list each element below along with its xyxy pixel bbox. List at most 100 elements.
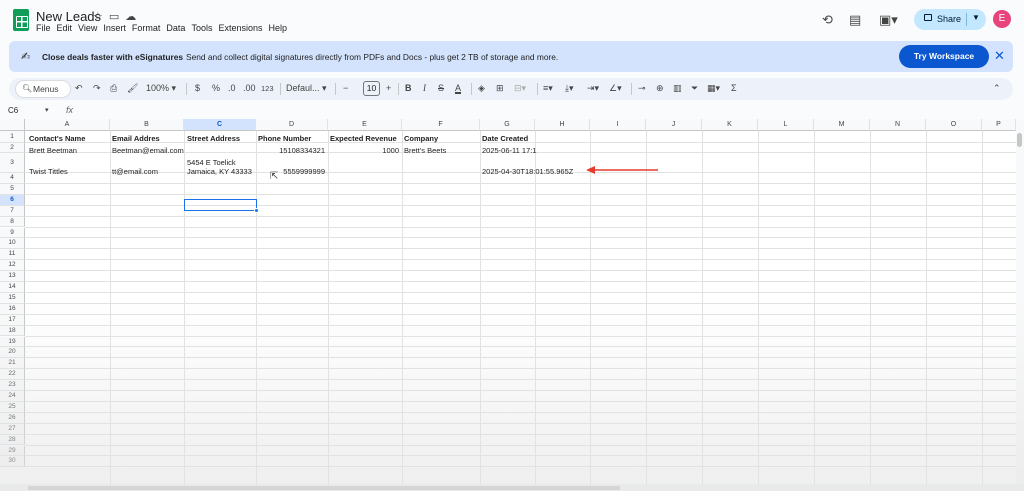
insert-chart-icon[interactable]: ▥ [673, 83, 682, 94]
cell-B3[interactable]: tt@email.com [112, 167, 158, 176]
row-header-26[interactable]: 26 [0, 412, 25, 424]
row-header-7[interactable]: 7 [0, 205, 25, 217]
strikethrough-icon[interactable]: S [438, 83, 444, 93]
menu-data[interactable]: Data [166, 23, 190, 33]
menu-tools[interactable]: Tools [191, 23, 217, 33]
column-header-F[interactable]: F [402, 119, 480, 131]
column-header-H[interactable]: H [535, 119, 590, 131]
column-header-I[interactable]: I [590, 119, 646, 131]
row-header-1[interactable]: 1 [0, 131, 25, 143]
row-header-13[interactable]: 13 [0, 271, 25, 282]
vertical-scrollbar[interactable] [1016, 119, 1024, 484]
cell-D1[interactable]: Phone Number [258, 134, 311, 143]
try-workspace-button[interactable]: Try Workspace [899, 45, 989, 68]
row-header-24[interactable]: 24 [0, 391, 25, 402]
row-header-23[interactable]: 23 [0, 380, 25, 391]
text-color-icon[interactable]: A [455, 83, 461, 93]
horizontal-align-icon[interactable]: ≡▾ [543, 83, 553, 94]
row-header-17[interactable]: 17 [0, 314, 25, 326]
zoom-select[interactable]: 100% ▾ [146, 83, 176, 94]
cell-C3-line1[interactable]: 5454 E Toelick [187, 158, 236, 167]
row-header-18[interactable]: 18 [0, 325, 25, 337]
cell-C3-line2[interactable]: Jamaica, KY 43333 [187, 167, 252, 176]
font-size-decrease-icon[interactable]: − [343, 83, 348, 93]
cell-B1[interactable]: Email Addres [112, 134, 160, 143]
menu-insert[interactable]: Insert [103, 23, 131, 33]
cell-F1[interactable]: Company [404, 134, 438, 143]
column-header-J[interactable]: J [646, 119, 702, 131]
menu-format[interactable]: Format [132, 23, 166, 33]
row-header-4[interactable]: 4 [0, 173, 25, 184]
sheets-logo-icon[interactable] [13, 9, 29, 31]
cloud-status-icon[interactable]: ☁ [125, 10, 136, 23]
column-header-P[interactable]: P [982, 119, 1016, 131]
vertical-scroll-thumb[interactable] [1017, 133, 1022, 147]
font-size-increase-icon[interactable]: + [386, 83, 391, 93]
active-cell-C6[interactable] [184, 199, 257, 211]
increase-decimal-button[interactable]: .00 [243, 83, 256, 93]
row-header-25[interactable]: 25 [0, 401, 25, 413]
spreadsheet-grid[interactable]: ABCDEFGHIJKLMNOP 1 2 3 4 5 6 7 8 9 10 11 12 13 14 15 16… [0, 119, 1016, 484]
column-header-A[interactable]: A [25, 119, 110, 131]
menus-search-button[interactable]: 🔍︎ Menus [15, 80, 71, 98]
row-header-12[interactable]: 12 [0, 260, 25, 272]
vertical-align-icon[interactable]: ⤓▾ [565, 83, 574, 94]
filter-icon[interactable]: ⏷ [691, 83, 698, 94]
menu-view[interactable]: View [78, 23, 102, 33]
currency-button[interactable]: $ [195, 83, 200, 93]
row-header-20[interactable]: 20 [0, 347, 25, 359]
row-header-8[interactable]: 8 [0, 216, 25, 228]
cell-D3[interactable]: 5559999999 [258, 167, 325, 176]
filter-views-icon[interactable]: ▦▾ [707, 83, 720, 94]
column-header-B[interactable]: B [110, 119, 184, 131]
row-header-21[interactable]: 21 [0, 358, 25, 370]
cell-C1[interactable]: Street Address [187, 134, 240, 143]
cell-A3[interactable]: Twist Tittles [29, 167, 68, 176]
menu-file[interactable]: File [36, 23, 56, 33]
select-all-corner[interactable] [0, 119, 25, 131]
column-header-C[interactable]: C [184, 119, 256, 131]
cell-A2[interactable]: Brett Beetman [29, 146, 77, 155]
font-select[interactable]: Defaul... ▾ [286, 83, 327, 94]
row-header-5[interactable]: 5 [0, 183, 25, 195]
row-header-30[interactable]: 30 [0, 456, 25, 468]
bold-button[interactable]: B [405, 83, 412, 93]
text-rotation-icon[interactable]: ∠▾ [609, 83, 622, 94]
column-header-L[interactable]: L [758, 119, 814, 131]
name-box[interactable]: C6 [8, 106, 18, 115]
column-header-O[interactable]: O [926, 119, 982, 131]
cell-G3[interactable]: 2025-04-30T18:01:55.965Z [482, 167, 573, 176]
row-header-19[interactable]: 19 [0, 336, 25, 348]
column-header-G[interactable]: G [480, 119, 535, 131]
menu-edit[interactable]: Edit [57, 23, 78, 33]
column-header-E[interactable]: E [328, 119, 402, 131]
cell-E2[interactable]: 1000 [330, 146, 399, 155]
row-header-2[interactable]: 2 [0, 143, 25, 153]
column-header-M[interactable]: M [814, 119, 870, 131]
row-header-3[interactable]: 3 [0, 153, 25, 173]
cell-F2[interactable]: Brett's Beets [404, 146, 446, 155]
row-header-27[interactable]: 27 [0, 423, 25, 435]
row-header-6[interactable]: 6 [0, 194, 25, 206]
meet-icon[interactable]: ▣▾ [879, 12, 898, 28]
font-size-input[interactable]: 10 [363, 81, 380, 96]
share-button[interactable]: Share ▼ [914, 9, 986, 30]
row-header-22[interactable]: 22 [0, 369, 25, 381]
close-icon[interactable]: ✕ [994, 48, 1005, 64]
undo-icon[interactable]: ↶ [75, 83, 83, 94]
menu-extensions[interactable]: Extensions [218, 23, 267, 33]
cell-G2[interactable]: 2025-06-11 17:1 [482, 146, 537, 155]
collapse-toolbar-icon[interactable]: ⌃ [993, 83, 1001, 94]
row-header-16[interactable]: 16 [0, 303, 25, 315]
decrease-decimal-button[interactable]: .0 [228, 83, 236, 93]
comments-icon[interactable]: ▤ [849, 12, 861, 28]
cell-A1[interactable]: Contact's Name [29, 134, 85, 143]
version-history-icon[interactable]: ⟲ [822, 12, 833, 28]
row-header-28[interactable]: 28 [0, 434, 25, 446]
row-header-11[interactable]: 11 [0, 249, 25, 261]
row-header-10[interactable]: 10 [0, 238, 25, 250]
cell-B2[interactable]: Beetman@email.com [112, 146, 184, 155]
paint-format-icon[interactable]: 🖌︎ [127, 83, 138, 94]
column-header-K[interactable]: K [702, 119, 758, 131]
cell-D2[interactable]: 15108334321 [258, 146, 325, 155]
